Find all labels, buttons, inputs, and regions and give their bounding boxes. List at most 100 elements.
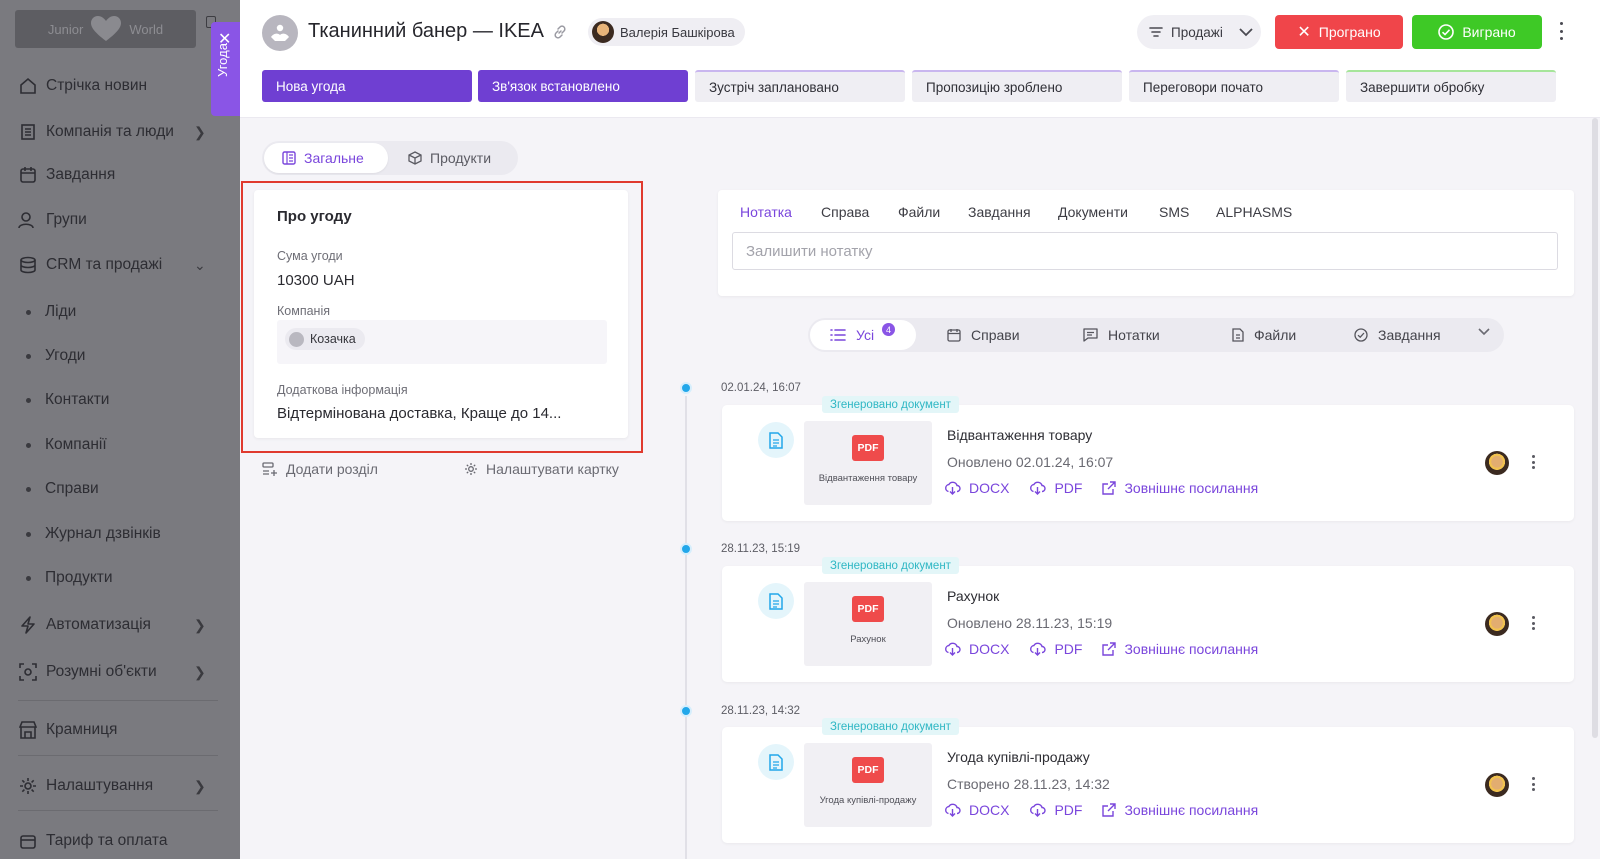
stage-meeting-scheduled[interactable]: Зустріч заплановано xyxy=(695,70,905,102)
nav-item-store[interactable]: Крамниця xyxy=(18,718,117,742)
mark-won-button[interactable]: Виграно xyxy=(1412,15,1542,49)
filter-label: Файли xyxy=(1254,327,1297,343)
document-updated: Оновлено 28.11.23, 15:19 xyxy=(947,615,1113,631)
download-pdf-link[interactable]: PDF xyxy=(1029,480,1082,496)
tab-sms[interactable]: SMS xyxy=(1159,204,1189,220)
lightning-icon xyxy=(18,615,38,635)
configure-card-label: Налаштувати картку xyxy=(486,461,619,477)
stage-proposal-made[interactable]: Пропозицію зроблено xyxy=(912,70,1122,102)
timeline-document-card: Згенеровано документ PDF Угода купівлі-п… xyxy=(722,718,1574,843)
document-preview[interactable]: PDF Відвантаження товару xyxy=(804,421,932,505)
document-updated: Оновлено 02.01.24, 16:07 xyxy=(947,454,1114,470)
users-icon xyxy=(18,210,38,230)
nav-item-automation[interactable]: Автоматизація ❯ xyxy=(18,613,206,637)
tab-case[interactable]: Справа xyxy=(821,204,869,220)
bullet-icon xyxy=(26,442,31,448)
document-preview[interactable]: PDF Рахунок xyxy=(804,582,932,666)
add-section-button[interactable]: Додати розділ xyxy=(262,461,378,477)
nav-item-billing[interactable]: Тариф та оплата xyxy=(18,829,167,853)
tab-general[interactable]: Загальне xyxy=(264,143,388,173)
chevron-right-icon: ❯ xyxy=(194,777,206,794)
nav-subitem-products[interactable]: Продукти xyxy=(26,566,113,590)
more-options-icon[interactable] xyxy=(1530,455,1536,469)
download-docx-link[interactable]: DOCX xyxy=(944,802,1009,818)
download-docx-link[interactable]: DOCX xyxy=(944,641,1009,657)
tab-documents[interactable]: Документи xyxy=(1058,204,1128,220)
nav-subitem-contacts[interactable]: Контакти xyxy=(26,388,109,412)
bullet-icon xyxy=(26,309,31,315)
tab-tasks[interactable]: Завдання xyxy=(968,204,1031,220)
nav-item-company-people[interactable]: Компанія та люди ❯ xyxy=(18,120,206,144)
tab-alphasms[interactable]: ALPHASMS xyxy=(1216,204,1292,220)
stage-new-deal[interactable]: Нова угода xyxy=(262,70,472,102)
download-pdf-link[interactable]: PDF xyxy=(1029,802,1082,818)
tab-files[interactable]: Файли xyxy=(898,204,940,220)
nav-item-tasks[interactable]: Завдання xyxy=(18,163,115,187)
pipeline-select[interactable]: Продажі xyxy=(1137,15,1261,49)
nav-subitem-leads[interactable]: Ліди xyxy=(26,300,76,324)
sidebar-divider xyxy=(18,755,218,756)
nav-subitem-cases[interactable]: Справи xyxy=(26,477,99,501)
company-chip[interactable]: Козачка xyxy=(285,328,365,350)
won-label: Виграно xyxy=(1462,24,1516,40)
download-pdf-link[interactable]: PDF xyxy=(1029,641,1082,657)
tab-products[interactable]: Продукти xyxy=(390,143,509,173)
configure-card-button[interactable]: Налаштувати картку xyxy=(464,461,619,477)
nav-subitem-call-log[interactable]: Журнал дзвінків xyxy=(26,522,161,546)
owner-name: Валерія Башкірова xyxy=(620,24,735,40)
document-name[interactable]: Рахунок xyxy=(947,588,999,604)
nav-item-settings[interactable]: Налаштування ❯ xyxy=(18,774,206,798)
nav-item-news[interactable]: Стрічка новин xyxy=(18,74,147,98)
note-input[interactable]: Залишити нотатку xyxy=(732,232,1558,270)
chevron-down-icon[interactable] xyxy=(1478,328,1490,336)
bullet-icon xyxy=(26,353,31,359)
pipeline-value: Продажі xyxy=(1171,24,1223,40)
document-name[interactable]: Відвантаження товару xyxy=(947,427,1092,443)
nav-item-label: Стрічка новин xyxy=(46,77,148,94)
cloud-download-icon xyxy=(1030,481,1047,495)
nav-item-smart-objects[interactable]: Розумні об'єкти ❯ xyxy=(18,660,206,684)
extra-info-value[interactable]: Відтермінована доставка, Краще до 14... xyxy=(277,405,561,422)
deal-side-tab[interactable]: ✕ Угода xyxy=(211,22,240,116)
more-options-icon[interactable] xyxy=(1558,22,1564,40)
docx-label: DOCX xyxy=(969,641,1010,657)
gear-icon xyxy=(465,463,477,475)
company-logo[interactable]: Junior World xyxy=(15,10,196,48)
lost-label: Програно xyxy=(1318,24,1381,40)
more-options-icon[interactable] xyxy=(1530,777,1536,791)
link-icon[interactable] xyxy=(552,24,568,40)
document-actions: DOCX PDF Зовнішнє посилання xyxy=(944,802,1258,818)
avatar xyxy=(592,21,614,43)
amount-value[interactable]: 10300 UAH xyxy=(277,272,355,289)
owner-chip[interactable]: Валерія Башкірова xyxy=(588,18,745,46)
nav-item-groups[interactable]: Групи xyxy=(18,208,87,232)
filter-cases[interactable]: Справи xyxy=(947,318,1020,352)
stage-label: Пропозицію зроблено xyxy=(926,79,1063,95)
stage-finish-processing[interactable]: Завершити обробку xyxy=(1346,70,1556,102)
company-name: Козачка xyxy=(310,332,356,346)
tab-note[interactable]: Нотатка xyxy=(740,204,792,220)
add-section-label: Додати розділ xyxy=(286,461,378,477)
filter-all[interactable]: Усі 4 xyxy=(810,320,916,350)
external-link[interactable]: Зовнішнє посилання xyxy=(1102,802,1258,818)
external-link[interactable]: Зовнішнє посилання xyxy=(1102,480,1258,496)
more-options-icon[interactable] xyxy=(1530,616,1536,630)
docx-label: DOCX xyxy=(969,480,1010,496)
filter-notes[interactable]: Нотатки xyxy=(1083,318,1160,352)
filter-tasks[interactable]: Завдання xyxy=(1354,318,1441,352)
nav-item-crm[interactable]: CRM та продажі ⌄ xyxy=(18,253,206,277)
external-link[interactable]: Зовнішнє посилання xyxy=(1102,641,1258,657)
stage-label: Зв'язок встановлено xyxy=(492,78,620,94)
document-name[interactable]: Угода купівлі-продажу xyxy=(947,749,1090,765)
document-preview[interactable]: PDF Угода купівлі-продажу xyxy=(804,743,932,827)
download-docx-link[interactable]: DOCX xyxy=(944,480,1009,496)
mark-lost-button[interactable]: ✕ Програно xyxy=(1275,15,1403,49)
nav-subitem-deals[interactable]: Угоди xyxy=(26,344,85,368)
stage-contact-established[interactable]: Зв'язок встановлено xyxy=(478,70,688,102)
scrollbar[interactable] xyxy=(1592,118,1598,738)
nav-subitem-companies[interactable]: Компанії xyxy=(26,433,107,457)
preview-caption: Рахунок xyxy=(850,634,886,645)
company-field[interactable]: Козачка xyxy=(277,320,607,364)
filter-files[interactable]: Файли xyxy=(1232,318,1296,352)
stage-negotiation-started[interactable]: Переговори почато xyxy=(1129,70,1339,102)
